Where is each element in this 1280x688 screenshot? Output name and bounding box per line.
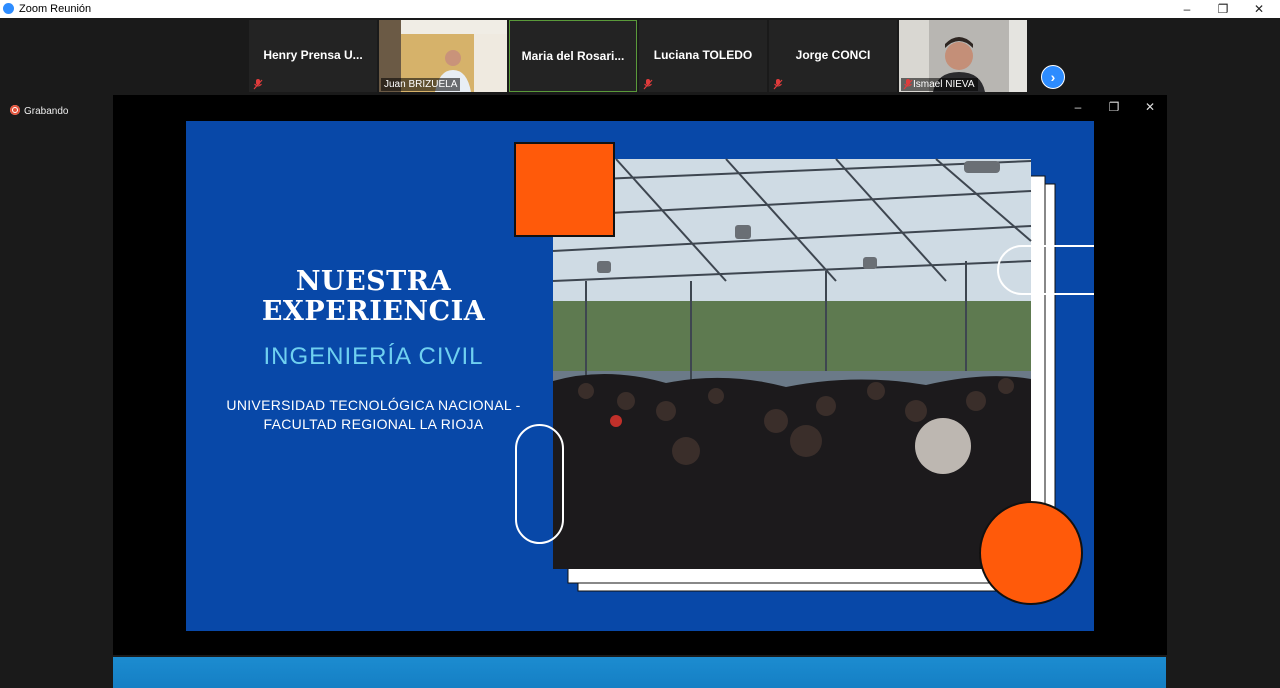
participant-tile-active-speaker[interactable]: Maria del Rosari... xyxy=(509,20,637,92)
recording-indicator[interactable]: Grabando xyxy=(10,105,68,117)
record-icon xyxy=(10,105,20,115)
shared-screen: – ❐ ✕ NUESTRA EXPERIENCIA INGENIERÍA CIV… xyxy=(113,95,1167,655)
mic-muted-icon xyxy=(643,79,653,90)
participant-name: Luciana TOLEDO xyxy=(653,48,753,62)
slide-bottom-strip xyxy=(113,657,1166,688)
slide-graphics xyxy=(514,142,1094,605)
minimize-button[interactable]: – xyxy=(1169,0,1205,18)
mic-muted-icon xyxy=(773,79,783,90)
participant-tile[interactable]: Ismael NIEVA xyxy=(899,20,1027,92)
participant-name: Juan BRIZUELA xyxy=(381,78,461,91)
zoom-app-icon xyxy=(3,3,14,14)
close-button[interactable]: ✕ xyxy=(1241,0,1277,18)
restore-button[interactable]: ❐ xyxy=(1205,0,1241,18)
photo-glass-hall xyxy=(552,158,1032,569)
share-close-button[interactable]: ✕ xyxy=(1135,99,1165,115)
window-titlebar: Zoom Reunión – ❐ ✕ xyxy=(0,0,1280,18)
participant-name: Henry Prensa U... xyxy=(263,48,363,62)
recording-label: Grabando xyxy=(24,106,69,117)
participant-tile[interactable]: Jorge CONCI xyxy=(769,20,897,92)
participant-tile[interactable]: Juan BRIZUELA xyxy=(379,20,507,92)
participant-name: Maria del Rosari... xyxy=(521,49,625,63)
next-page-button[interactable]: › xyxy=(1041,65,1065,89)
share-restore-button[interactable]: ❐ xyxy=(1099,99,1129,115)
mic-muted-icon xyxy=(253,79,263,90)
participant-strip: Henry Prensa U... Juan BRIZUELA Maria de… xyxy=(0,20,1280,94)
presentation-slide: NUESTRA EXPERIENCIA INGENIERÍA CIVIL UNI… xyxy=(186,121,1094,631)
participant-tile[interactable]: Henry Prensa U... xyxy=(249,20,377,92)
participant-tile[interactable]: Luciana TOLEDO xyxy=(639,20,767,92)
window-title: Zoom Reunión xyxy=(19,3,92,15)
mic-muted-icon xyxy=(903,79,913,90)
participant-name: Jorge CONCI xyxy=(795,48,871,62)
share-minimize-button[interactable]: – xyxy=(1063,99,1093,115)
